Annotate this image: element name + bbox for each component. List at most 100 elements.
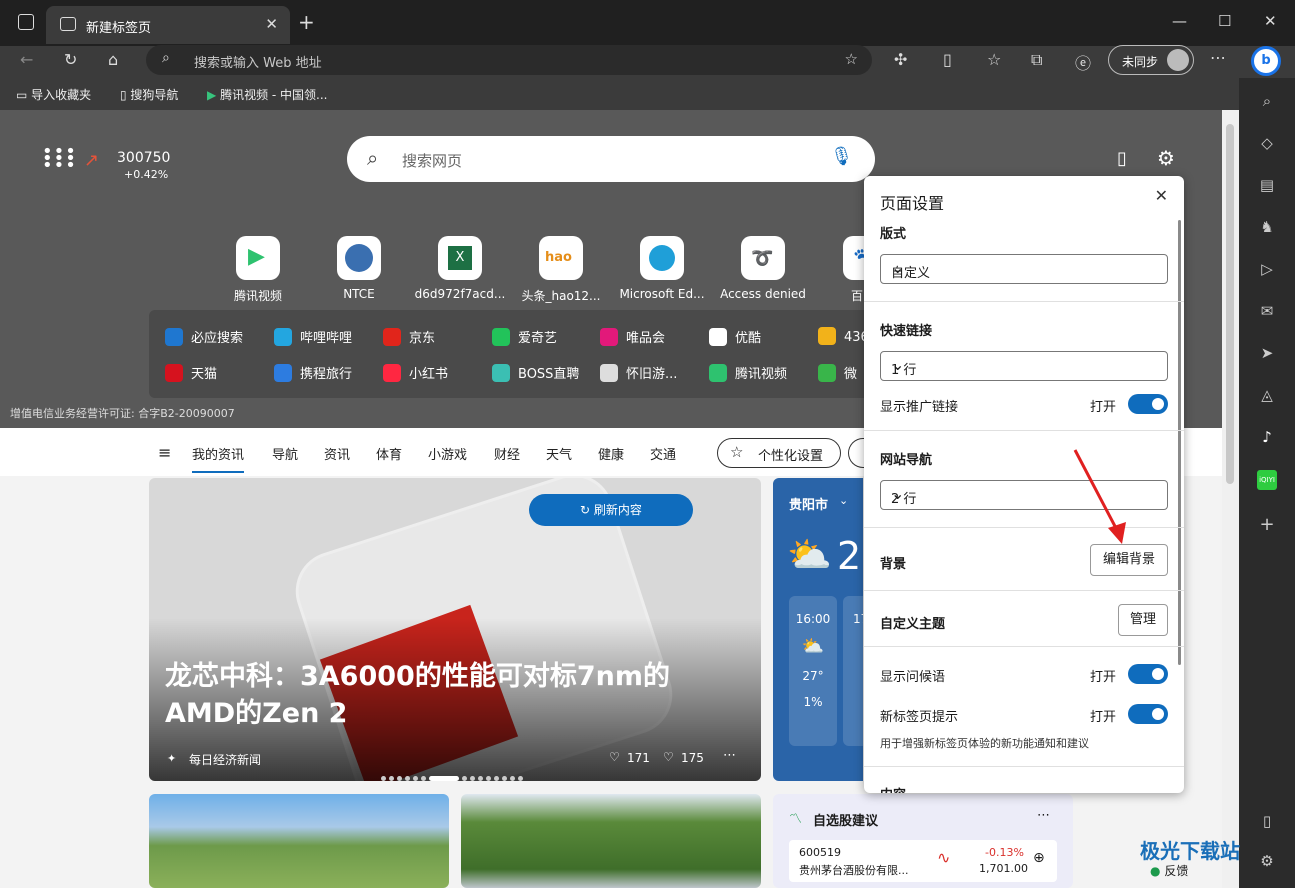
quick-link[interactable]: 微: [818, 363, 868, 382]
minimize-icon[interactable]: —: [1172, 12, 1187, 30]
games-icon[interactable]: ♞: [1257, 218, 1277, 238]
bookmark-sogou[interactable]: ▯ 搜狗导航: [120, 86, 178, 103]
search-icon[interactable]: ⌕: [1257, 92, 1277, 112]
more-icon[interactable]: ⋯: [723, 748, 736, 763]
home-icon[interactable]: ⌂: [108, 50, 118, 69]
toolbox-icon[interactable]: ▤: [1257, 176, 1277, 196]
copilot-icon[interactable]: b: [1251, 46, 1281, 76]
scrollbar-thumb[interactable]: [1226, 124, 1234, 484]
close-window-icon[interactable]: ✕: [1264, 12, 1277, 30]
drop-icon[interactable]: ◬: [1257, 386, 1277, 406]
feedback-button[interactable]: ● 反馈: [1150, 862, 1188, 879]
add-stock-icon[interactable]: ⊕: [1033, 850, 1045, 866]
nav-item[interactable]: 资讯: [324, 444, 350, 463]
news-headline[interactable]: 龙芯中科：3A6000的性能可对标7nm的AMD的Zen 2: [165, 658, 735, 732]
address-bar[interactable]: ⌕ 搜索或输入 Web 地址 ☆: [146, 45, 872, 75]
dislike-icon[interactable]: ♡: [663, 750, 674, 764]
carousel-dots[interactable]: [381, 770, 526, 781]
nav-item[interactable]: 天气: [546, 444, 572, 463]
close-icon[interactable]: ✕: [1155, 186, 1168, 205]
shopping-icon[interactable]: ▷: [1257, 260, 1277, 280]
tiktok-icon[interactable]: ♪: [1257, 428, 1277, 448]
quick-link[interactable]: 怀旧游...: [600, 363, 677, 382]
nav-item[interactable]: 财经: [494, 444, 520, 463]
like-icon[interactable]: ♡: [609, 750, 620, 764]
tag-icon[interactable]: ◇: [1257, 134, 1277, 154]
quick-link[interactable]: 唯品会: [600, 327, 665, 346]
new-tab-button[interactable]: +: [298, 10, 315, 34]
scrollbar[interactable]: [1222, 110, 1239, 888]
quick-link[interactable]: 优酷: [709, 327, 761, 346]
sidebar-toggle-icon[interactable]: ▯: [1257, 812, 1277, 832]
tile-tencent-video[interactable]: ▶ 腾讯视频: [208, 236, 308, 303]
tile-microsoft-edge[interactable]: Microsoft Ed...: [612, 236, 712, 302]
quick-link[interactable]: 436: [818, 327, 868, 345]
tab-new-tab[interactable]: 新建标签页 ✕: [46, 6, 290, 44]
nav-item[interactable]: 导航: [272, 444, 298, 463]
microphone-icon[interactable]: 🎙: [830, 146, 853, 167]
iqiyi-icon[interactable]: iQIYI: [1257, 470, 1277, 490]
weather-city[interactable]: 贵阳市: [789, 494, 828, 513]
tile-hao123[interactable]: hao 头条_hao12...: [511, 236, 611, 303]
web-search-box[interactable]: ⌕ 搜索网页 🎙: [347, 136, 875, 182]
stock-suggestion-card[interactable]: 〽 自选股建议 ⋯ 600519 贵州茅台酒股份有限... ∿ -0.13% 1…: [773, 794, 1073, 888]
settings-icon[interactable]: ⚙: [1257, 852, 1277, 872]
extensions-icon[interactable]: ✣: [894, 50, 907, 69]
stock-row[interactable]: 600519 贵州茅台酒股份有限... ∿ -0.13% 1,701.00 ⊕: [789, 840, 1057, 882]
add-icon[interactable]: +: [1257, 514, 1277, 535]
panel-scrollbar[interactable]: [1178, 220, 1181, 665]
tile-baidu[interactable]: 🐾百: [813, 236, 865, 302]
nav-item[interactable]: 我的资讯: [192, 444, 245, 473]
quick-link[interactable]: 天猫: [165, 363, 217, 382]
more-icon[interactable]: ⋯: [1037, 808, 1050, 823]
bookmark-import[interactable]: ▭ 导入收藏夹: [16, 86, 91, 103]
quick-link[interactable]: 必应搜索: [165, 327, 243, 346]
quick-link[interactable]: BOSS直聘: [492, 363, 579, 382]
personalize-button[interactable]: ☆ 个性化设置: [717, 438, 841, 468]
apps-grid-icon[interactable]: ••• ••• •••: [42, 143, 77, 175]
featured-news-card[interactable]: ↻ 刷新内容 龙芯中科：3A6000的性能可对标7nm的AMD的Zen 2 ✦ …: [149, 478, 761, 781]
outlook-icon[interactable]: ✉: [1257, 302, 1277, 322]
license-text[interactable]: 增值电信业务经营许可证: 合字B2-20090007: [10, 405, 235, 421]
tile-access-denied[interactable]: ➰ Access denied: [713, 236, 813, 302]
more-menu-icon[interactable]: ⋯: [1210, 48, 1226, 67]
quick-link[interactable]: 腾讯视频: [709, 363, 787, 382]
nav-item[interactable]: 小游戏: [428, 444, 467, 463]
weather-card[interactable]: 贵阳市 ⌄ ⛅ 2 16:00 ⛅ 27° 1% 17: [773, 478, 863, 781]
close-tab-icon[interactable]: ✕: [265, 15, 278, 33]
phone-icon[interactable]: ▯: [1117, 148, 1127, 169]
reload-icon[interactable]: ↻: [64, 50, 77, 69]
tile-ntce[interactable]: NTCE: [309, 236, 409, 302]
quick-link[interactable]: 携程旅行: [274, 363, 352, 382]
send-icon[interactable]: ➤: [1257, 344, 1277, 364]
page-settings-icon[interactable]: ⚙: [1157, 146, 1175, 170]
edge-bar-icon[interactable]: ⓔ: [1075, 50, 1091, 74]
edit-background-button[interactable]: 编辑背景: [1090, 544, 1168, 576]
collections-icon[interactable]: ⧉: [1031, 50, 1042, 70]
news-card-landscape[interactable]: [149, 794, 449, 888]
greeting-toggle[interactable]: [1128, 664, 1168, 684]
profile-button[interactable]: 未同步: [1108, 45, 1194, 75]
refresh-button[interactable]: ↻ 刷新内容: [529, 494, 693, 526]
maximize-icon[interactable]: ☐: [1218, 12, 1231, 30]
favorites-icon[interactable]: ☆: [987, 50, 1001, 69]
quick-link[interactable]: 爱奇艺: [492, 327, 557, 346]
tab-actions-icon[interactable]: [18, 14, 34, 30]
quick-link[interactable]: 哔哩哔哩: [274, 327, 352, 346]
quick-link[interactable]: 小红书: [383, 363, 448, 382]
layout-select[interactable]: 自定义 ⌄: [880, 254, 1168, 284]
news-source[interactable]: 每日经济新闻: [189, 751, 261, 768]
manage-theme-button[interactable]: 管理: [1118, 604, 1168, 636]
stock-value[interactable]: 300750: [117, 150, 170, 166]
quicklinks-select[interactable]: 1 行 ⌄: [880, 351, 1168, 381]
quick-link[interactable]: 京东: [383, 327, 435, 346]
favorite-add-icon[interactable]: ☆: [845, 50, 858, 68]
nav-item[interactable]: 体育: [376, 444, 402, 463]
news-card-car[interactable]: [461, 794, 761, 888]
promo-toggle[interactable]: [1128, 394, 1168, 414]
back-icon[interactable]: ←: [20, 50, 33, 69]
tips-toggle[interactable]: [1128, 704, 1168, 724]
chevron-down-icon[interactable]: ⌄: [839, 494, 848, 507]
menu-icon[interactable]: ≡: [158, 443, 171, 462]
nav-item[interactable]: 交通: [650, 444, 676, 463]
